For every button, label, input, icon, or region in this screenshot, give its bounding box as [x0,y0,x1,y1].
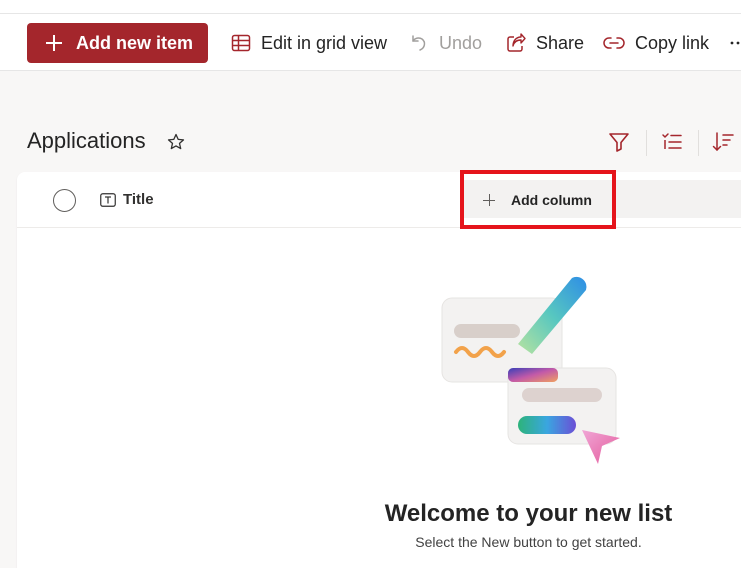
share-button[interactable]: Share [506,23,584,63]
add-new-item-label: Add new item [76,32,194,53]
plus-icon [483,194,495,206]
edit-grid-view-label: Edit in grid view [261,32,388,53]
more-button[interactable] [730,23,741,63]
filter-icon[interactable] [608,131,630,153]
undo-button[interactable]: Undo [409,23,482,63]
select-all-checkbox[interactable] [53,189,76,212]
edit-grid-view-button[interactable]: Edit in grid view [231,23,387,63]
link-icon [603,37,625,49]
plus-icon [46,35,62,51]
column-header-row: Title Add column [17,170,741,229]
app-page: Add new item Edit in grid view Undo Shar… [0,0,741,568]
copy-link-button[interactable]: Copy link [603,23,709,63]
command-bar: Add new item Edit in grid view Undo Shar… [0,14,741,71]
empty-state-subtitle: Select the New button to get started. [415,534,642,550]
add-column-label: Add column [511,192,592,208]
add-column-button[interactable]: Add column [472,183,608,217]
group-icon[interactable] [661,131,683,153]
title-column-label: Title [123,191,154,208]
top-strip [0,0,741,14]
more-icon [730,41,740,45]
empty-state-title: Welcome to your new list [384,500,673,527]
sort-icon[interactable] [712,131,734,153]
copy-link-label: Copy link [635,32,710,53]
grid-icon [231,34,251,52]
toolbar-divider [698,130,699,156]
toolbar-divider [646,130,647,156]
share-label: Share [536,32,585,53]
undo-icon [412,35,426,51]
empty-list-illustration [441,276,620,464]
undo-label: Undo [439,32,483,53]
text-column-icon [100,192,116,207]
list-title: Applications [27,128,146,153]
add-new-item-button[interactable]: Add new item [27,23,208,63]
title-column-header[interactable]: Title [100,191,154,208]
share-icon [507,33,526,52]
star-icon[interactable] [166,132,186,152]
